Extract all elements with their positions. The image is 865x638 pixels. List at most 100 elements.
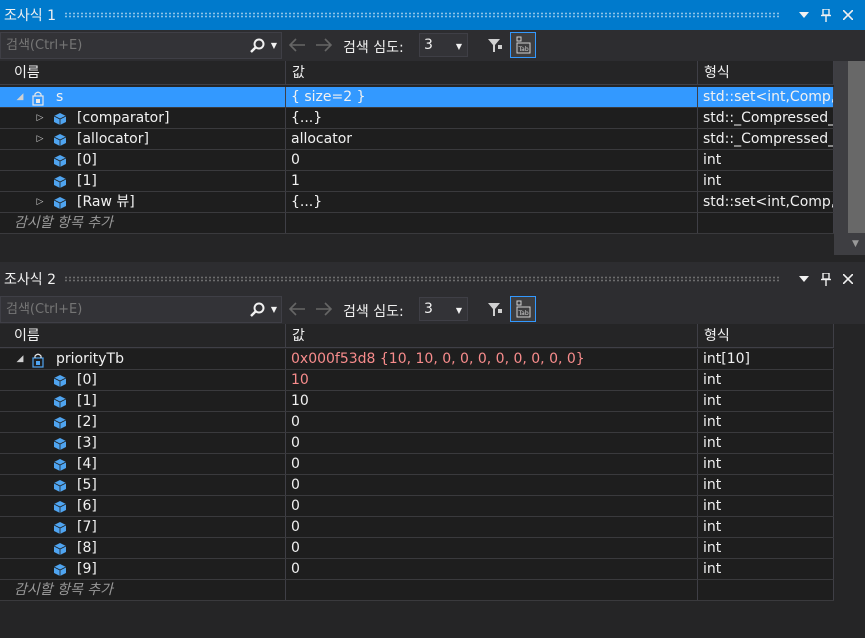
pin-icon[interactable] <box>815 268 837 290</box>
table-row[interactable]: [9] 0 int <box>0 559 834 580</box>
search-icon[interactable] <box>247 38 267 53</box>
chevron-down-icon[interactable]: ▼ <box>267 41 281 50</box>
watch1-search-box[interactable]: ▼ <box>0 32 282 59</box>
table-row[interactable]: ▷ [comparator] {...} std::_Compressed_..… <box>0 108 834 129</box>
variable-value[interactable]: 10 <box>286 391 698 411</box>
expand-icon[interactable]: ▷ <box>34 108 46 128</box>
variable-value[interactable]: {...} <box>286 192 698 212</box>
variable-name: [1] <box>77 173 97 189</box>
column-name[interactable]: 이름 <box>0 61 286 85</box>
variable-type: int[10] <box>698 349 834 369</box>
watch2-search-box[interactable]: ▼ <box>0 296 282 323</box>
column-type[interactable]: 형식 <box>698 61 834 85</box>
watch1-drag-grip[interactable] <box>64 12 781 18</box>
variable-value[interactable]: 0 <box>286 412 698 432</box>
collapse-icon[interactable]: ◢ <box>14 87 26 107</box>
variable-value[interactable]: {...} <box>286 108 698 128</box>
pin-icon[interactable] <box>815 4 837 26</box>
watch2-drag-grip[interactable] <box>64 276 781 282</box>
chevron-down-icon[interactable]: ▼ <box>267 305 281 314</box>
search-depth-select[interactable]: 3 ▼ <box>419 297 468 321</box>
table-row[interactable]: [1] 10 int <box>0 391 834 412</box>
arrow-right-icon[interactable] <box>315 37 333 56</box>
table-row[interactable]: ▷ [Raw 뷰] {...} std::set<int,Comp,... <box>0 192 834 213</box>
column-type[interactable]: 형식 <box>698 324 834 348</box>
variable-name: [5] <box>77 477 97 493</box>
table-row[interactable]: [4] 0 int <box>0 454 834 475</box>
filter-icon[interactable] <box>484 34 506 56</box>
table-row[interactable]: ▷ [allocator] allocator std::_Compressed… <box>0 129 834 150</box>
add-watch-row[interactable]: 감시할 항목 추가 <box>0 213 834 234</box>
variable-name: [2] <box>77 414 97 430</box>
search-depth-select[interactable]: 3 ▼ <box>419 33 468 57</box>
column-value[interactable]: 값 <box>286 61 698 85</box>
tab-icon[interactable]: Tab <box>510 32 536 58</box>
expand-icon[interactable]: ▷ <box>34 129 46 149</box>
table-row[interactable]: [2] 0 int <box>0 412 834 433</box>
column-value[interactable]: 값 <box>286 324 698 348</box>
tab-icon[interactable]: Tab <box>510 296 536 322</box>
variable-value[interactable]: 0 <box>286 517 698 537</box>
variable-type: std::_Compressed_... <box>698 108 834 128</box>
variable-value[interactable]: 0x000f53d8 {10, 10, 0, 0, 0, 0, 0, 0, 0,… <box>286 349 698 369</box>
table-row[interactable]: ◢ priorityTb 0x000f53d8 {10, 10, 0, 0, 0… <box>0 349 834 370</box>
chevron-down-icon[interactable] <box>793 4 815 26</box>
variable-value[interactable]: 0 <box>286 496 698 516</box>
close-icon[interactable] <box>837 4 859 26</box>
scrollbar-thumb[interactable] <box>848 61 865 233</box>
variable-cube-icon <box>53 563 67 576</box>
table-row[interactable]: [8] 0 int <box>0 538 834 559</box>
variable-cube-icon <box>53 395 67 408</box>
variable-type: int <box>698 538 834 558</box>
svg-text:Tab: Tab <box>518 46 529 53</box>
table-row[interactable]: ◢ s { size=2 } std::set<int,Comp,... <box>0 87 834 108</box>
watch1-vertical-scrollbar[interactable]: ▼ <box>834 61 865 255</box>
search-icon[interactable] <box>247 302 267 317</box>
variable-value[interactable]: 0 <box>286 454 698 474</box>
table-row[interactable]: [3] 0 int <box>0 433 834 454</box>
table-row[interactable]: [7] 0 int <box>0 517 834 538</box>
variable-cube-icon <box>53 154 67 167</box>
watch2-search-input[interactable] <box>1 302 247 317</box>
expand-icon[interactable]: ▷ <box>34 192 46 212</box>
watch2-titlebar[interactable]: 조사식 2 <box>0 264 865 294</box>
variable-value[interactable]: 0 <box>286 433 698 453</box>
variable-value[interactable]: 0 <box>286 150 698 170</box>
watch2-grid: 이름 값 형식 ◢ priorityTb 0x000f53d8 {10, 10,… <box>0 324 865 638</box>
arrow-left-icon[interactable] <box>288 301 306 320</box>
watch1-search-input[interactable] <box>1 38 247 53</box>
collapse-icon[interactable]: ◢ <box>14 349 26 369</box>
table-row[interactable]: [0] 0 int <box>0 150 834 171</box>
variable-value[interactable]: 1 <box>286 171 698 191</box>
variable-value[interactable]: 0 <box>286 559 698 579</box>
chevron-down-icon[interactable]: ▼ <box>852 239 859 249</box>
variable-name: s <box>56 89 64 105</box>
variable-value[interactable]: 10 <box>286 370 698 390</box>
close-icon[interactable] <box>837 268 859 290</box>
variable-type: int <box>698 454 834 474</box>
table-row[interactable]: [1] 1 int <box>0 171 834 192</box>
watch2-column-header: 이름 값 형식 <box>0 324 834 348</box>
variable-type: int <box>698 559 834 579</box>
variable-value[interactable]: 0 <box>286 475 698 495</box>
variable-type: int <box>698 475 834 495</box>
object-lock-icon <box>31 91 45 106</box>
watch1-title: 조사식 1 <box>4 8 56 24</box>
watch1-titlebar[interactable]: 조사식 1 <box>0 0 865 30</box>
add-watch-placeholder[interactable]: 감시할 항목 추가 <box>0 580 286 600</box>
add-watch-row[interactable]: 감시할 항목 추가 <box>0 580 834 601</box>
table-row[interactable]: [6] 0 int <box>0 496 834 517</box>
variable-value[interactable]: 0 <box>286 538 698 558</box>
column-name[interactable]: 이름 <box>0 324 286 348</box>
add-watch-placeholder[interactable]: 감시할 항목 추가 <box>0 213 286 233</box>
chevron-down-icon[interactable] <box>793 268 815 290</box>
variable-value[interactable]: { size=2 } <box>286 87 698 107</box>
table-row[interactable]: [5] 0 int <box>0 475 834 496</box>
arrow-right-icon[interactable] <box>315 301 333 320</box>
variable-cube-icon <box>53 374 67 387</box>
table-row[interactable]: [0] 10 int <box>0 370 834 391</box>
arrow-left-icon[interactable] <box>288 37 306 56</box>
filter-icon[interactable] <box>484 298 506 320</box>
variable-value[interactable]: allocator <box>286 129 698 149</box>
watch2-toolbar: ▼ 검색 심도: 3 ▼ Tab <box>0 294 865 325</box>
